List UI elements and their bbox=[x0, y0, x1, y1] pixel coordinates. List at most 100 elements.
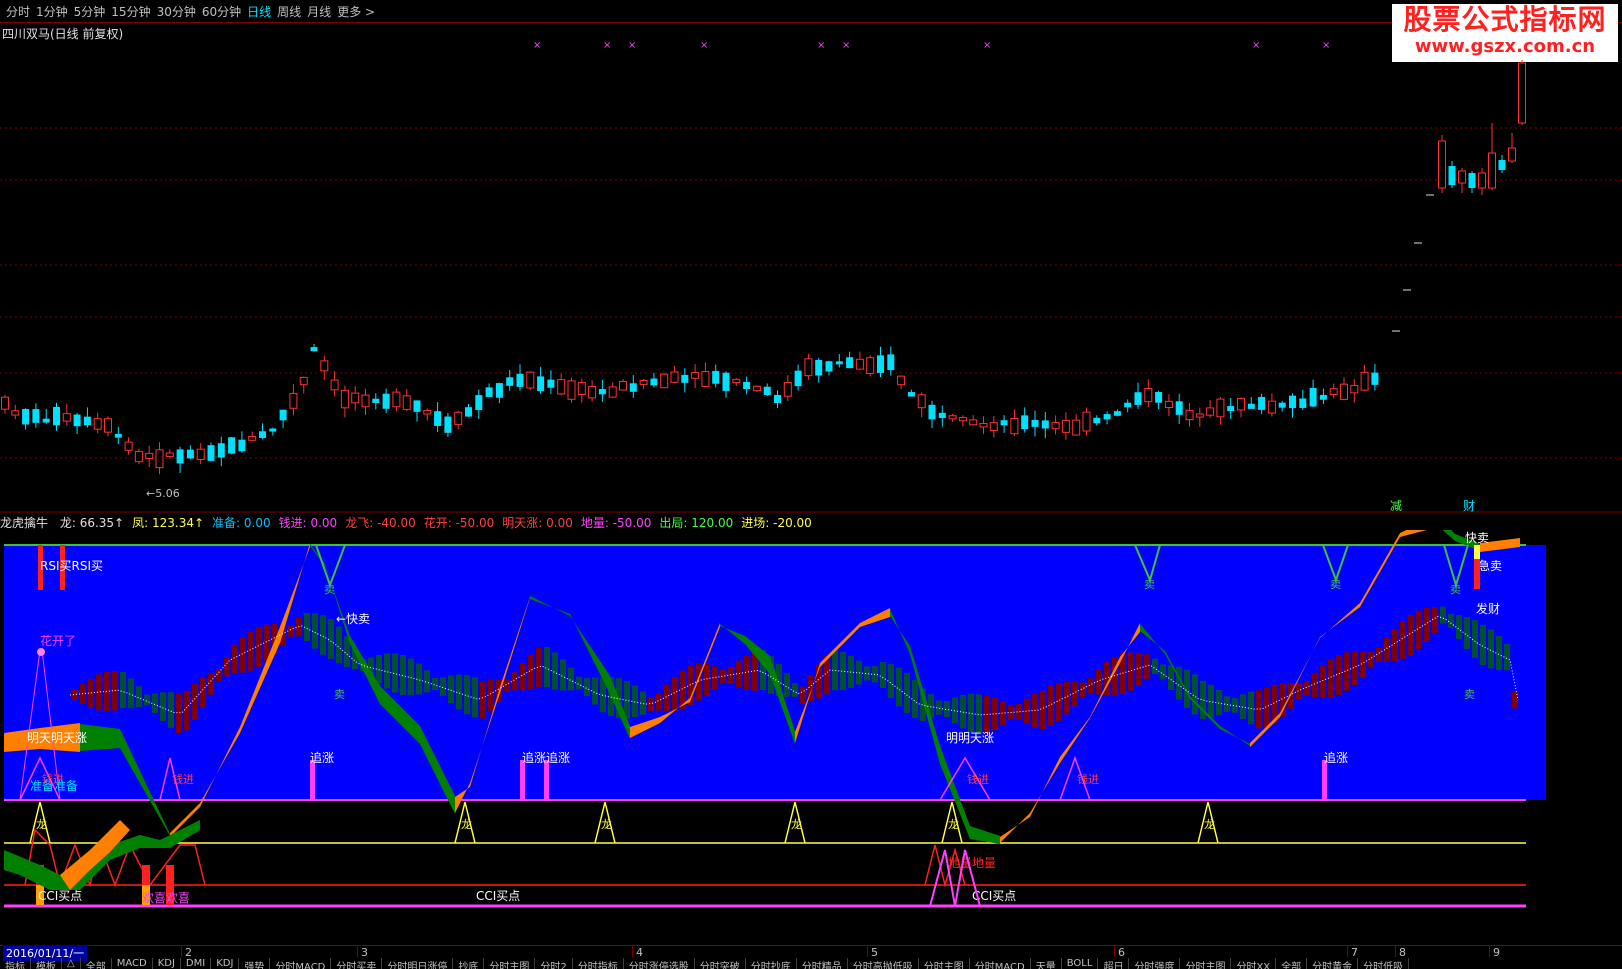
candle-down bbox=[1103, 414, 1111, 420]
indicator-chart-panel[interactable]: 卖卖卖卖RSI买RSI买花开了←快卖快卖急卖发财卖 卖明天明天涨 明明天涨追涨 追涨追… bbox=[0, 530, 1622, 944]
indicator-tab[interactable]: 分时MACD bbox=[270, 958, 332, 969]
period-tab[interactable]: 日线 bbox=[247, 3, 271, 20]
candle-down bbox=[382, 393, 390, 409]
indicator-tab[interactable]: 分时低吸 bbox=[1358, 958, 1410, 969]
indicator-tab[interactable]: △ bbox=[62, 958, 81, 969]
sell-label: 卖 bbox=[1464, 688, 1475, 701]
indicator-tab[interactable]: KDJ bbox=[211, 958, 240, 969]
indicator-tab[interactable]: 分时强度 bbox=[1129, 958, 1181, 969]
indicator-tab[interactable]: BOLL bbox=[1062, 958, 1099, 969]
candle-up bbox=[124, 441, 133, 451]
histogram-bar bbox=[728, 666, 734, 684]
histogram-bar bbox=[408, 658, 414, 696]
indicator-tab[interactable]: 强势 bbox=[239, 958, 271, 969]
indicator-tab[interactable]: 分时高抛低吸 bbox=[848, 958, 919, 969]
price-tag: 财 bbox=[1463, 499, 1475, 513]
histogram-bar bbox=[1488, 629, 1494, 669]
candle-down bbox=[598, 389, 606, 395]
period-tab[interactable]: 15分钟 bbox=[111, 3, 150, 20]
period-tab[interactable]: 30分钟 bbox=[157, 3, 196, 20]
candle-down bbox=[32, 409, 40, 423]
candle-up bbox=[917, 394, 926, 409]
ribbon-segment bbox=[1400, 530, 1427, 537]
indicator-tab[interactable]: 分时突破 bbox=[695, 958, 746, 969]
indicator-tab[interactable]: KDJ bbox=[153, 958, 181, 969]
indicator-tab[interactable]: 分时黄金 bbox=[1307, 958, 1359, 969]
indicator-tab[interactable]: 分时买卖 bbox=[331, 958, 383, 969]
histogram-bar bbox=[1176, 666, 1182, 700]
candle-up bbox=[1458, 170, 1466, 184]
period-tab[interactable]: 更多 > bbox=[337, 3, 375, 20]
period-tab[interactable]: 5分钟 bbox=[74, 3, 106, 20]
candle-up bbox=[670, 371, 679, 383]
period-tab[interactable]: 月线 bbox=[307, 3, 331, 20]
candle-down bbox=[1289, 395, 1296, 409]
histogram-bar bbox=[488, 679, 494, 711]
month-tick bbox=[867, 946, 868, 957]
candle-down bbox=[1124, 402, 1132, 408]
candle-down bbox=[73, 414, 81, 427]
indicator-tab[interactable]: 分时2 bbox=[535, 958, 573, 969]
candle-down bbox=[877, 355, 884, 373]
indicator-tab[interactable]: 全部 bbox=[1276, 958, 1308, 969]
indicator-tab[interactable]: 天量 bbox=[1031, 958, 1062, 969]
indicator-tab[interactable]: 分时指标 bbox=[573, 958, 624, 969]
indicator-tab[interactable]: 分时XX bbox=[1231, 958, 1277, 969]
candle-down bbox=[815, 359, 823, 376]
indicator-tab[interactable]: 分时主图 bbox=[1180, 958, 1232, 969]
indicator-tab[interactable]: 指标 bbox=[0, 958, 31, 969]
indicator-tab[interactable]: 分时抄底 bbox=[746, 958, 797, 969]
histogram-bar bbox=[512, 672, 518, 691]
sell-label: 卖 bbox=[1330, 578, 1341, 591]
histogram-bar bbox=[880, 662, 886, 688]
candle-down bbox=[1113, 411, 1121, 416]
indicator-tab[interactable]: 分时涨停选股 bbox=[624, 958, 695, 969]
candle-up bbox=[1478, 172, 1486, 189]
period-tab[interactable]: 1分钟 bbox=[36, 3, 68, 20]
histogram-bar bbox=[1168, 665, 1174, 691]
indicator-tab[interactable]: 超日 bbox=[1098, 958, 1130, 969]
candle-down bbox=[1371, 372, 1379, 385]
indicator-tab[interactable]: 分时MACD bbox=[970, 958, 1031, 969]
candle-up bbox=[165, 452, 174, 457]
date-axis: 2016/01/11/一 23456789 bbox=[0, 945, 1622, 961]
urgent-bar bbox=[1474, 545, 1480, 559]
histogram-bar bbox=[1240, 694, 1246, 719]
histogram-bar bbox=[192, 683, 198, 721]
candle-down bbox=[1498, 160, 1506, 170]
indicator-tab[interactable]: DMI bbox=[181, 958, 212, 969]
candle-down bbox=[1175, 401, 1183, 415]
candle-down bbox=[1227, 406, 1235, 412]
chase-bar bbox=[1322, 760, 1327, 800]
indicator-tab[interactable]: MACD bbox=[112, 958, 153, 969]
month-tick bbox=[1347, 946, 1348, 957]
indicator-tab[interactable]: 分时精品 bbox=[797, 958, 848, 969]
indicator-tab[interactable]: 分时主图 bbox=[919, 958, 970, 969]
candle-up bbox=[557, 379, 566, 395]
candle-down bbox=[1319, 394, 1327, 400]
price-chart-panel[interactable]: × × × × × × × × × ←5.06 减 财 bbox=[0, 23, 1622, 513]
histogram-bar bbox=[1472, 620, 1478, 658]
histogram-bar bbox=[784, 673, 790, 697]
indicator-tab[interactable]: 分时主图 bbox=[484, 958, 536, 969]
candle-up bbox=[701, 371, 710, 388]
candle-up bbox=[1267, 400, 1276, 414]
candle-down bbox=[186, 449, 194, 459]
period-tab[interactable]: 周线 bbox=[277, 3, 301, 20]
histogram-bar bbox=[1216, 689, 1222, 716]
histogram-bar bbox=[912, 680, 918, 718]
indicator-tab[interactable]: 全部 bbox=[81, 958, 112, 969]
histogram-bar bbox=[1416, 610, 1422, 650]
chase-label: 追涨追涨 bbox=[522, 750, 570, 765]
histogram-bar bbox=[432, 677, 438, 691]
histogram-bar bbox=[544, 647, 550, 687]
period-tab[interactable]: 60分钟 bbox=[202, 3, 241, 20]
dragon-label: 龙 bbox=[948, 818, 959, 831]
candle-up bbox=[577, 381, 586, 396]
indicator-tab[interactable]: 分时明日涨停 bbox=[382, 958, 454, 969]
histogram-bar bbox=[464, 675, 470, 715]
candle-up bbox=[783, 381, 792, 397]
indicator-tab[interactable]: 模板 bbox=[31, 958, 62, 969]
period-tab[interactable]: 分时 bbox=[6, 3, 30, 20]
indicator-tab[interactable]: 抄底 bbox=[453, 958, 485, 969]
